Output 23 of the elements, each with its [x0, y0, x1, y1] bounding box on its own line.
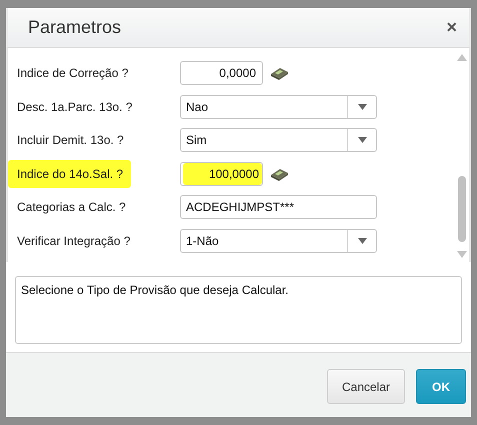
scroll-down-icon[interactable] [457, 251, 467, 258]
dropdown[interactable]: Sim [180, 128, 377, 152]
dropdown[interactable]: Nao [180, 94, 377, 118]
description-box: Selecione o Tipo de Provisão que deseja Calcular. [15, 276, 462, 344]
scrollbar-thumb[interactable] [458, 176, 466, 242]
field-label: Incluir Demit. 13o. ? [16, 132, 124, 147]
text-field[interactable]: ACDEGHIJMPST*** [180, 195, 377, 219]
number-field[interactable]: 100,0000 [180, 162, 263, 186]
field-label: Categorias a Calc. ? [16, 199, 126, 214]
field-label: Desc. 1a.Parc. 13o. ? [16, 98, 132, 114]
dropdown[interactable]: 1-Não [180, 228, 377, 252]
number-field[interactable]: 0,0000 [180, 61, 263, 85]
caret-icon [358, 238, 366, 244]
scroll-up-icon[interactable] [457, 54, 467, 61]
dialog-title: Parametros [28, 17, 122, 38]
field-label: Indice de Correção ? [16, 65, 128, 80]
caret-icon [358, 137, 366, 143]
field-label: Verificar Integração ? [16, 232, 130, 248]
close-button[interactable]: × [446, 17, 457, 38]
caret-icon [358, 104, 366, 110]
calculator-icon[interactable] [269, 65, 289, 81]
cancel-button[interactable]: Cancelar [327, 369, 405, 404]
field-label: Indice do 14o.Sal. ? [8, 160, 132, 188]
